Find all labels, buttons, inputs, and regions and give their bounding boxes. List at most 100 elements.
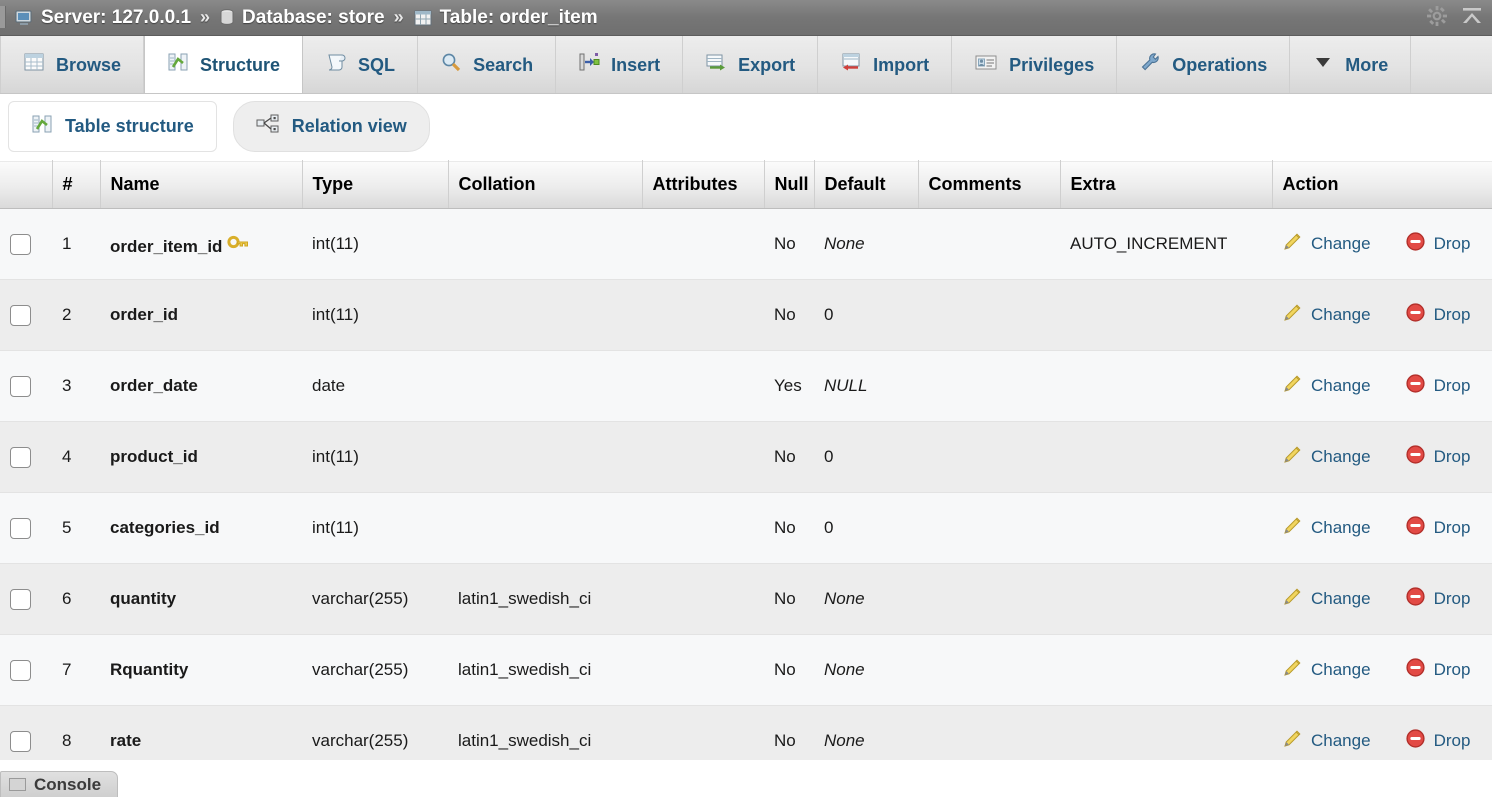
table-row[interactable]: 1 order_item_id int(11) No None AUTO_INCREME… <box>0 208 1492 280</box>
row-checkbox[interactable] <box>10 233 31 255</box>
row-checkbox[interactable] <box>10 659 31 681</box>
change-link[interactable]: Change <box>1282 302 1371 328</box>
row-select-cell[interactable] <box>0 705 52 760</box>
header-collation[interactable]: Collation <box>448 160 643 209</box>
row-comments <box>918 350 1060 422</box>
column-name: rate <box>110 731 142 750</box>
export-icon <box>705 51 727 78</box>
table-row[interactable]: 5 categories_id int(11) No 0 Change Drop <box>0 492 1492 564</box>
drop-label: Drop <box>1433 589 1471 608</box>
header-default[interactable]: Default <box>814 160 919 209</box>
tab-structure[interactable]: Structure <box>144 36 304 93</box>
tab-label: Privileges <box>1009 54 1095 75</box>
row-checkbox[interactable] <box>10 304 31 326</box>
browse-grid-icon <box>23 51 45 78</box>
row-null: Yes <box>764 350 814 422</box>
table-row[interactable]: 4 product_id int(11) No 0 Change Drop <box>0 421 1492 493</box>
change-link[interactable]: Change <box>1282 728 1371 754</box>
console-toggle-icon[interactable] <box>9 778 26 791</box>
row-select-cell[interactable] <box>0 279 52 351</box>
row-type: varchar(255) <box>302 634 448 706</box>
tab-import[interactable]: Import <box>818 36 953 93</box>
breadcrumb-database[interactable]: Database: store <box>242 7 385 29</box>
drop-link[interactable]: Drop <box>1405 231 1470 257</box>
row-checkbox[interactable] <box>10 730 31 752</box>
row-collation: latin1_swedish_ci <box>448 705 642 760</box>
header-type[interactable]: Type <box>302 160 449 209</box>
console-bar[interactable]: Console <box>0 771 119 797</box>
table-row[interactable]: 6 quantity varchar(255) latin1_swedish_ci No… <box>0 563 1492 635</box>
tab-operations[interactable]: Operations <box>1117 36 1291 93</box>
header-number[interactable]: # <box>52 160 101 209</box>
subtab-table-structure[interactable]: Table structure <box>8 100 217 152</box>
drop-link[interactable]: Drop <box>1405 373 1470 399</box>
relation-view-icon <box>256 113 280 140</box>
row-attributes <box>642 279 764 351</box>
change-link[interactable]: Change <box>1282 373 1371 399</box>
header-attributes[interactable]: Attributes <box>642 160 765 209</box>
change-link[interactable]: Change <box>1282 231 1371 257</box>
subtab-relation-view[interactable]: Relation view <box>232 100 430 152</box>
header-comments[interactable]: Comments <box>918 160 1061 209</box>
gear-icon[interactable] <box>1426 5 1448 32</box>
row-select-cell[interactable] <box>0 492 52 564</box>
tab-sql[interactable]: SQL <box>303 36 419 93</box>
tab-more[interactable]: More <box>1290 36 1412 93</box>
drop-label: Drop <box>1433 305 1471 324</box>
table-row[interactable]: 7 Rquantity varchar(255) latin1_swedish_ci N… <box>0 634 1492 706</box>
row-checkbox[interactable] <box>10 517 31 539</box>
column-name: categories_id <box>110 518 220 537</box>
change-link[interactable]: Change <box>1282 444 1371 470</box>
change-link[interactable]: Change <box>1282 657 1371 683</box>
collapse-up-icon[interactable] <box>1460 5 1484 32</box>
header-null[interactable]: Null <box>764 160 815 209</box>
database-icon <box>219 8 235 28</box>
change-link[interactable]: Change <box>1282 586 1371 612</box>
pencil-icon <box>1282 515 1303 541</box>
row-null: No <box>764 705 814 760</box>
row-select-cell[interactable] <box>0 421 52 493</box>
drop-label: Drop <box>1433 518 1471 537</box>
tab-label: Search <box>473 54 534 75</box>
drop-link[interactable]: Drop <box>1405 657 1470 683</box>
row-select-cell[interactable] <box>0 350 52 422</box>
table-row[interactable]: 2 order_id int(11) No 0 Change Drop <box>0 279 1492 351</box>
row-default: 0 <box>814 492 918 564</box>
tab-privileges[interactable]: Privileges <box>952 36 1118 93</box>
drop-link[interactable]: Drop <box>1405 515 1471 541</box>
header-name[interactable]: Name <box>100 160 303 209</box>
breadcrumb-server[interactable]: Server: 127.0.0.1 <box>41 7 191 29</box>
row-default: 0 <box>814 279 918 351</box>
row-default: 0 <box>814 421 918 493</box>
drop-link[interactable]: Drop <box>1405 444 1470 470</box>
row-checkbox[interactable] <box>10 588 31 610</box>
header-extra[interactable]: Extra <box>1060 160 1273 209</box>
table-row[interactable]: 3 order_date date Yes NULL Change Drop <box>0 350 1492 422</box>
row-default: NULL <box>814 350 918 422</box>
row-checkbox[interactable] <box>10 446 31 468</box>
row-default: None <box>814 634 918 706</box>
row-checkbox[interactable] <box>10 375 31 397</box>
row-select-cell[interactable] <box>0 634 52 706</box>
drop-circle-icon <box>1405 302 1426 328</box>
privileges-icon <box>974 51 998 78</box>
breadcrumb-table[interactable]: Table: order_item <box>440 7 598 29</box>
wrench-icon <box>1139 51 1161 78</box>
change-link[interactable]: Change <box>1282 515 1371 541</box>
row-select-cell[interactable] <box>0 563 52 635</box>
row-select-cell[interactable] <box>0 208 52 280</box>
breadcrumb: Server: 127.0.0.1 » Database: store » Ta… <box>14 7 598 29</box>
row-default: None <box>814 705 918 760</box>
row-comments <box>918 208 1060 280</box>
tab-browse[interactable]: Browse <box>0 36 145 93</box>
tab-search[interactable]: Search <box>418 36 557 93</box>
table-row[interactable]: 8 rate varchar(255) latin1_swedish_ci No None… <box>0 705 1492 760</box>
tab-export[interactable]: Export <box>683 36 819 93</box>
breadcrumb-bar: Server: 127.0.0.1 » Database: store » Ta… <box>0 0 1492 36</box>
drop-link[interactable]: Drop <box>1405 586 1471 612</box>
drop-link[interactable]: Drop <box>1405 728 1470 754</box>
row-default: None <box>814 208 918 280</box>
sidebar-collapse-handle[interactable] <box>0 6 6 28</box>
drop-link[interactable]: Drop <box>1405 302 1471 328</box>
tab-insert[interactable]: Insert <box>556 36 684 93</box>
